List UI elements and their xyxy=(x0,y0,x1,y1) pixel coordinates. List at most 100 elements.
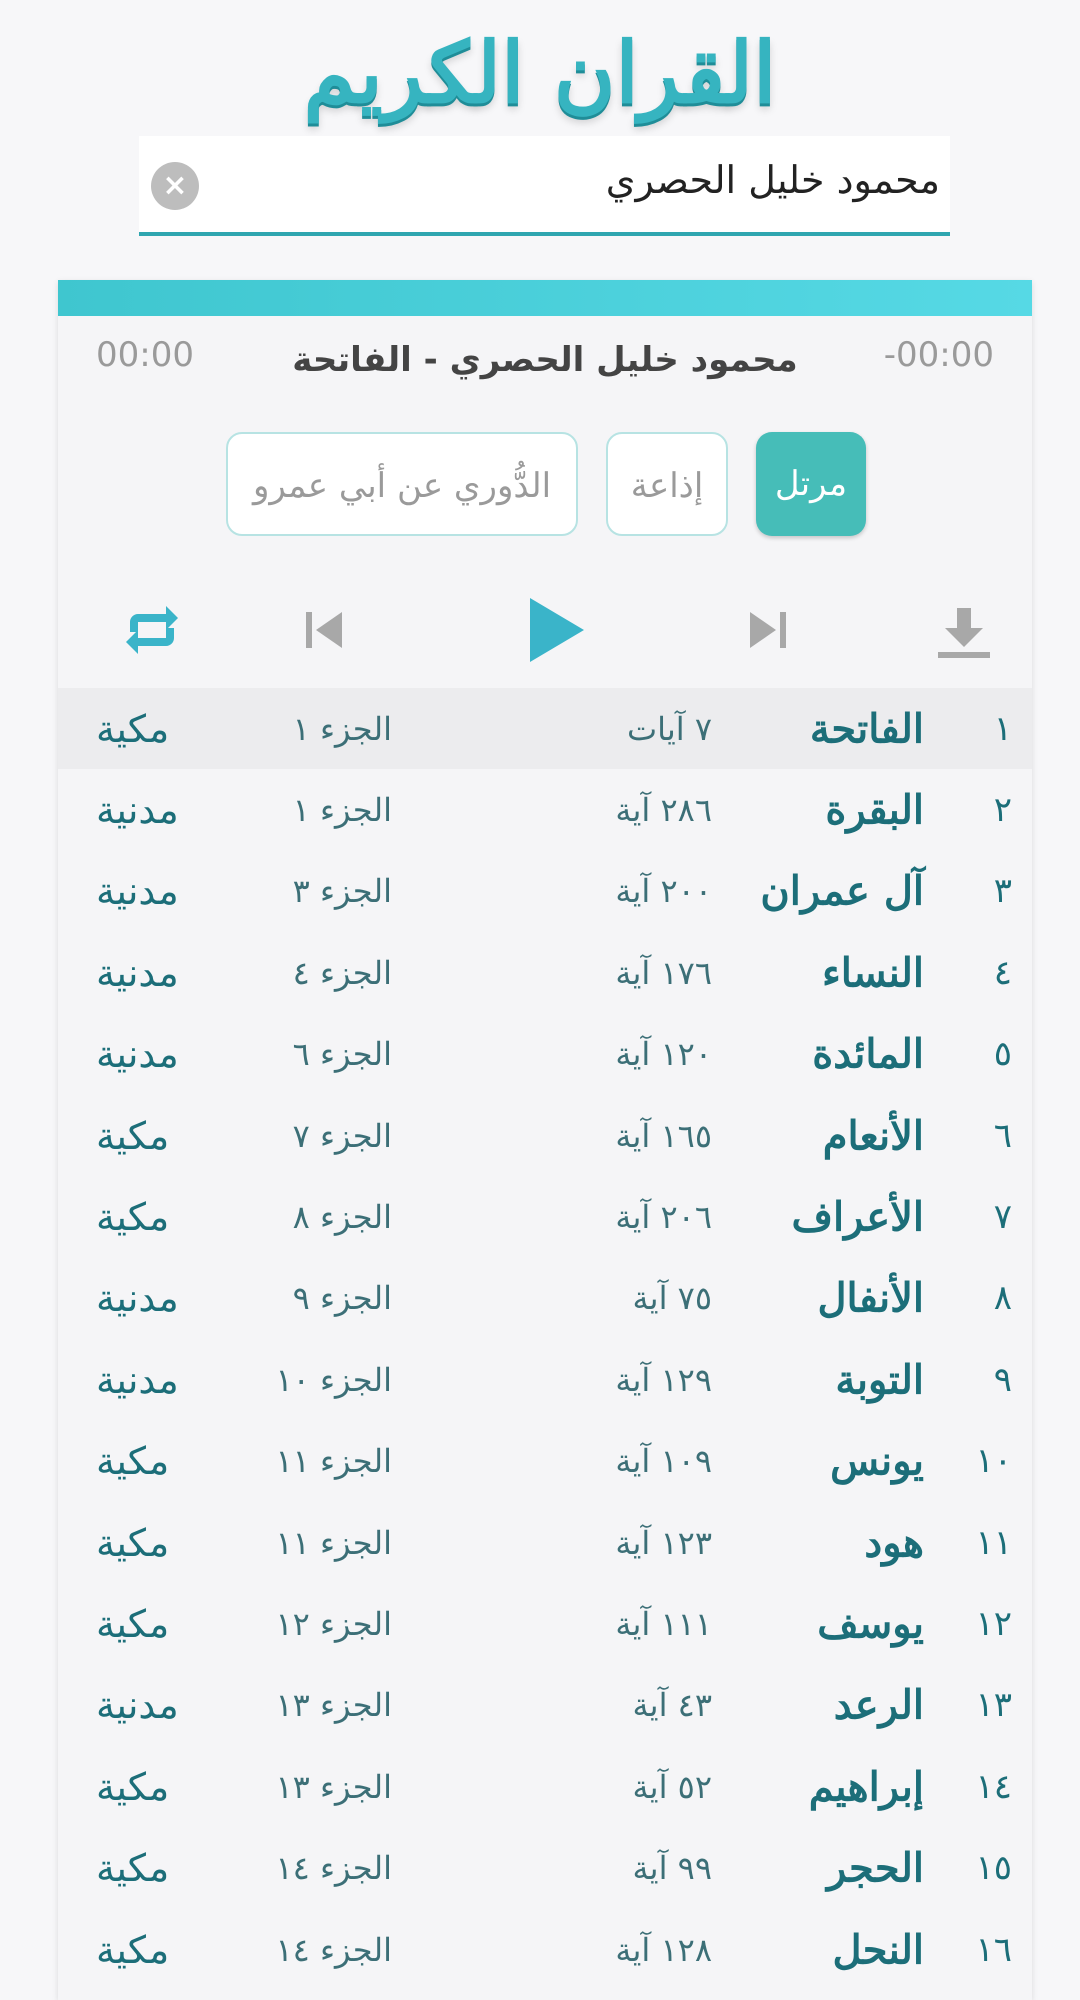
surah-name: الأنعام xyxy=(822,1112,924,1160)
surah-row[interactable]: ٤ النساء ١٧٦ آية الجزء ٤ مدنية xyxy=(58,932,1032,1013)
surah-ayat-count: ١١١ آية xyxy=(615,1604,712,1643)
surah-revelation-type: مكية xyxy=(96,1601,170,1646)
surah-row[interactable]: ٧ الأعراف ٢٠٦ آية الجزء ٨ مكية xyxy=(58,1176,1032,1257)
surah-row[interactable]: ١٦ النحل ١٢٨ آية الجزء ١٤ مكية xyxy=(58,1909,1032,1990)
surah-ayat-count: ٢٠٦ آية xyxy=(615,1198,712,1237)
surah-name: يونس xyxy=(830,1437,924,1485)
surah-name: الأعراف xyxy=(791,1193,924,1241)
surah-ayat-count: ٧ آيات xyxy=(626,709,712,748)
surah-number: ٧ xyxy=(993,1197,1012,1238)
surah-juz: الجزء ٣ xyxy=(292,872,392,911)
card-accent-bar xyxy=(58,280,1032,316)
surah-ayat-count: ١٢٠ آية xyxy=(615,1035,712,1074)
surah-row[interactable]: ١٢ يوسف ١١١ آية الجزء ١٢ مكية xyxy=(58,1583,1032,1664)
surah-list: ١ الفاتحة ٧ آيات الجزء ١ مكية ٢ البقرة ٢٨٦ آية ا… xyxy=(58,688,1032,1990)
surah-name: يوسف xyxy=(817,1600,924,1648)
surah-row[interactable]: ١١ هود ١٢٣ آية الجزء ١١ مكية xyxy=(58,1502,1032,1583)
surah-juz: الجزء ١٣ xyxy=(275,1767,392,1806)
surah-name: الرعد xyxy=(833,1681,924,1729)
surah-number: ١٦ xyxy=(975,1929,1012,1970)
surah-revelation-type: مكية xyxy=(96,1113,170,1158)
surah-row[interactable]: ٥ المائدة ١٢٠ آية الجزء ٦ مدنية xyxy=(58,1014,1032,1095)
surah-revelation-type: مكية xyxy=(96,706,170,751)
surah-ayat-count: ١٠٩ آية xyxy=(615,1442,712,1481)
surah-revelation-type: مكية xyxy=(96,1927,170,1972)
surah-revelation-type: مدنية xyxy=(96,1683,179,1728)
surah-row[interactable]: ٦ الأنعام ١٦٥ آية الجزء ٧ مكية xyxy=(58,1095,1032,1176)
repeat-icon[interactable] xyxy=(112,590,192,670)
surah-number: ٩ xyxy=(993,1359,1012,1400)
surah-number: ١٤ xyxy=(975,1766,1012,1807)
surah-row[interactable]: ١٤ إبراهيم ٥٢ آية الجزء ١٣ مكية xyxy=(58,1746,1032,1827)
surah-name: آل عمران xyxy=(760,867,924,915)
player-card: -00:00 محمود خليل الحصري - الفاتحة 00:00… xyxy=(58,280,1032,2000)
surah-number: ٦ xyxy=(993,1115,1012,1156)
surah-ayat-count: ٢٠٠ آية xyxy=(615,872,712,911)
surah-row[interactable]: ١٠ يونس ١٠٩ آية الجزء ١١ مكية xyxy=(58,1421,1032,1502)
surah-juz: الجزء ١٠ xyxy=(275,1360,392,1399)
surah-juz: الجزء ٦ xyxy=(292,1035,392,1074)
surah-revelation-type: مكية xyxy=(96,1195,170,1240)
surah-ayat-count: ١٢٨ آية xyxy=(615,1930,712,1969)
clear-icon[interactable]: × xyxy=(151,162,199,210)
surah-ayat-count: ٥٢ آية xyxy=(632,1767,713,1806)
surah-name: التوبة xyxy=(835,1356,924,1404)
surah-juz: الجزء ٤ xyxy=(292,953,392,992)
surah-row[interactable]: ١٣ الرعد ٤٣ آية الجزء ١٣ مدنية xyxy=(58,1665,1032,1746)
surah-revelation-type: مدنية xyxy=(96,950,179,995)
surah-revelation-type: مدنية xyxy=(96,1357,179,1402)
search-input-value[interactable]: محمود خليل الحصري xyxy=(606,158,940,202)
mode-murattal-button[interactable]: مرتل xyxy=(756,432,866,536)
surah-juz: الجزء ٨ xyxy=(292,1198,392,1237)
surah-number: ١٢ xyxy=(975,1603,1012,1644)
surah-number: ١٣ xyxy=(975,1685,1012,1726)
download-icon[interactable] xyxy=(924,590,1004,670)
surah-juz: الجزء ١١ xyxy=(275,1523,392,1562)
surah-juz: الجزء ١٤ xyxy=(275,1930,392,1969)
surah-row[interactable]: ٩ التوبة ١٢٩ آية الجزء ١٠ مدنية xyxy=(58,1339,1032,1420)
surah-name: الفاتحة xyxy=(809,705,924,753)
surah-row[interactable]: ٣ آل عمران ٢٠٠ آية الجزء ٣ مدنية xyxy=(58,851,1032,932)
surah-name: المائدة xyxy=(812,1030,924,1078)
surah-revelation-type: مكية xyxy=(96,1439,170,1484)
surah-number: ١١ xyxy=(975,1522,1012,1563)
skip-next-icon[interactable] xyxy=(728,590,808,670)
surah-juz: الجزء ٩ xyxy=(292,1279,392,1318)
surah-number: ٨ xyxy=(993,1278,1012,1319)
surah-revelation-type: مكية xyxy=(96,1520,170,1565)
surah-name: النساء xyxy=(821,949,924,997)
app-title: القران الكريم xyxy=(303,23,777,122)
surah-row[interactable]: ٢ البقرة ٢٨٦ آية الجزء ١ مدنية xyxy=(58,769,1032,850)
surah-revelation-type: مدنية xyxy=(96,869,179,914)
surah-ayat-count: ١٧٦ آية xyxy=(615,953,712,992)
surah-row[interactable]: ١ الفاتحة ٧ آيات الجزء ١ مكية xyxy=(58,688,1032,770)
surah-juz: الجزء ٧ xyxy=(292,1116,392,1155)
surah-number: ٢ xyxy=(993,790,1012,831)
surah-number: ١٠ xyxy=(975,1441,1012,1482)
reciter-search-field[interactable]: × محمود خليل الحصري xyxy=(139,136,950,236)
surah-name: الحجر xyxy=(826,1844,924,1892)
surah-row[interactable]: ١٥ الحجر ٩٩ آية الجزء ١٤ مكية xyxy=(58,1827,1032,1908)
surah-ayat-count: ٧٥ آية xyxy=(632,1279,713,1318)
surah-number: ٥ xyxy=(993,1034,1012,1075)
narration-select[interactable]: الدُّوري عن أبي عمرو xyxy=(226,432,578,536)
surah-name: البقرة xyxy=(825,786,924,834)
surah-ayat-count: ٩٩ آية xyxy=(632,1849,713,1888)
surah-number: ٣ xyxy=(993,871,1012,912)
surah-revelation-type: مدنية xyxy=(96,1032,179,1077)
surah-row[interactable]: ٨ الأنفال ٧٥ آية الجزء ٩ مدنية xyxy=(58,1258,1032,1339)
surah-number: ١ xyxy=(993,708,1012,749)
surah-juz: الجزء ١ xyxy=(292,791,392,830)
surah-juz: الجزء ١٤ xyxy=(275,1849,392,1888)
skip-previous-icon[interactable] xyxy=(284,590,364,670)
mode-radio-button[interactable]: إذاعة xyxy=(606,432,728,536)
surah-number: ٤ xyxy=(993,952,1012,993)
surah-name: هود xyxy=(864,1519,924,1567)
surah-ayat-count: ٤٣ آية xyxy=(632,1686,713,1725)
surah-revelation-type: مدنية xyxy=(96,1276,179,1321)
surah-juz: الجزء ١١ xyxy=(275,1442,392,1481)
track-title: محمود خليل الحصري - الفاتحة xyxy=(292,340,798,380)
play-icon[interactable] xyxy=(512,590,592,670)
surah-revelation-type: مكية xyxy=(96,1846,170,1891)
surah-revelation-type: مدنية xyxy=(96,788,179,833)
